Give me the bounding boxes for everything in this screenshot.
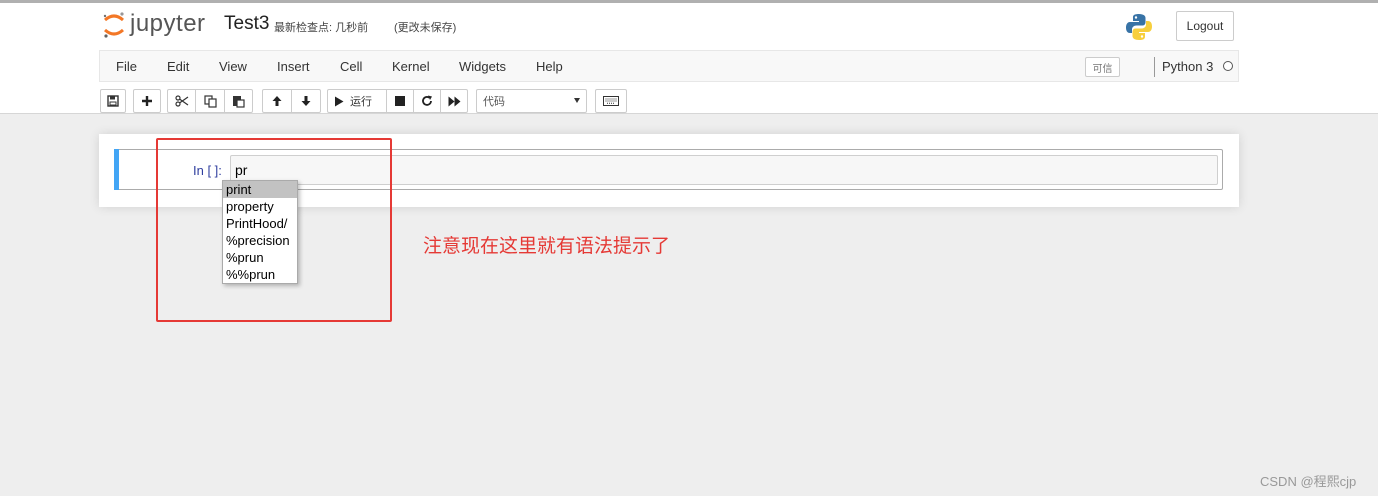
cut-icon [174,95,188,107]
trusted-indicator[interactable]: 可信 [1085,57,1120,77]
toolbar-group-keyboard [595,89,627,113]
plus-icon [142,96,152,106]
selected-cell-indicator [114,149,119,190]
cell-type-value: 代码 [483,96,505,108]
paste-button[interactable] [224,89,253,113]
interrupt-button[interactable] [386,89,414,113]
run-button[interactable]: 运行 [327,89,387,113]
toolbar-group-insert [133,89,161,113]
cell-type-select[interactable]: 代码 [476,89,587,113]
restart-icon [422,95,432,106]
menu-insert[interactable]: Insert [277,59,310,74]
annotation-highlight-box [156,138,392,322]
command-palette-button[interactable] [595,89,627,113]
restart-run-all-button[interactable] [440,89,468,113]
run-label: 运行 [350,96,372,108]
arrow-up-icon [272,96,282,106]
annotation-text: 注意现在这里就有语法提示了 [423,236,671,257]
save-button[interactable] [100,89,126,113]
kernel-separator [1154,57,1155,77]
toolbar-group-move [262,89,321,113]
jupyter-logo-text[interactable]: jupyter [130,10,206,38]
menu-kernel[interactable]: Kernel [392,59,430,74]
cut-button[interactable] [167,89,196,113]
menu-view[interactable]: View [219,59,247,74]
menu-file[interactable]: File [116,59,137,74]
arrow-down-icon [301,96,311,106]
keyboard-icon [603,96,619,106]
python-logo-icon [1126,14,1152,40]
caret-down-icon [574,98,580,103]
insert-cell-button[interactable] [133,89,161,113]
kernel-name[interactable]: Python 3 [1162,59,1213,74]
notebook-header: jupyter Test3 最新检查点: 几秒前 (更改未保存) Logout … [0,0,1378,114]
restart-button[interactable] [413,89,441,113]
save-icon [107,95,119,107]
copy-icon [203,94,217,108]
menubar: File Edit View Insert Cell Kernel Widget… [99,50,1239,82]
move-down-button[interactable] [291,89,321,113]
menu-help[interactable]: Help [536,59,563,74]
fast-forward-icon [448,96,460,106]
move-up-button[interactable] [262,89,292,113]
play-icon [335,96,344,106]
watermark: CSDN @程熙cjp [1260,474,1357,489]
menu-cell[interactable]: Cell [340,59,362,74]
logout-button[interactable]: Logout [1176,11,1234,41]
menu-edit[interactable]: Edit [167,59,189,74]
notebook-name[interactable]: Test3 [224,13,269,35]
checkpoint-info: 最新检查点: 几秒前 [274,22,369,34]
stop-icon [395,96,405,106]
autosave-status: (更改未保存) [394,22,457,34]
jupyter-logo-icon[interactable] [102,11,126,39]
kernel-idle-icon [1223,61,1233,71]
toolbar-group-save [100,89,126,113]
toolbar-group-run: 运行 [327,89,468,113]
menu-widgets[interactable]: Widgets [459,59,506,74]
paste-icon [233,95,245,108]
copy-button[interactable] [195,89,225,113]
toolbar-group-edit [167,89,253,113]
